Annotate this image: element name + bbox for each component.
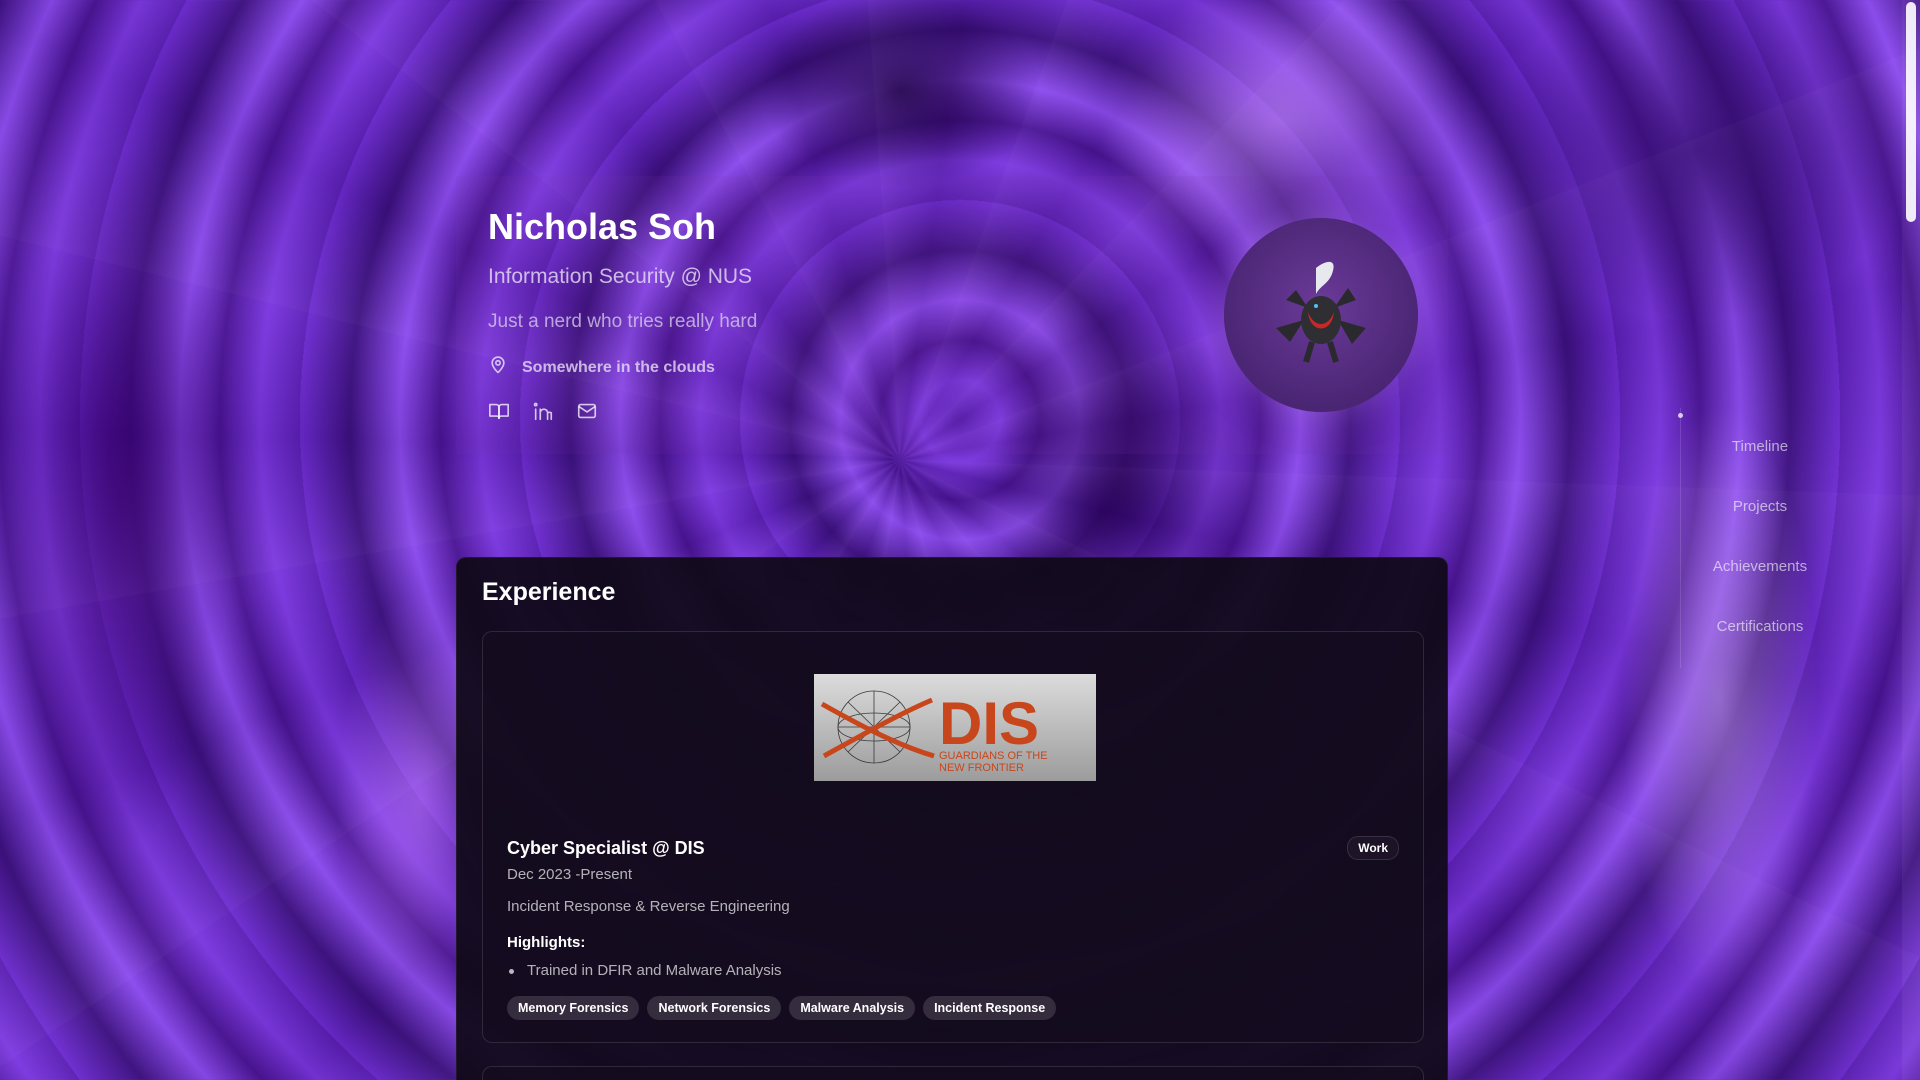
company-logo: DIS GUARDIANS OF THE NEW FRONTIER	[814, 674, 1096, 781]
profile-tagline: Just a nerd who tries really hard	[488, 311, 758, 332]
avatar-creature-icon	[1276, 261, 1366, 363]
role-description: Incident Response & Reverse Engineering	[507, 898, 790, 915]
type-badge: Work	[1347, 836, 1399, 860]
page-scrollbar[interactable]	[1902, 0, 1920, 1080]
location-text: Somewhere in the clouds	[522, 358, 715, 376]
avatar	[1224, 218, 1418, 412]
book-icon[interactable]	[488, 400, 510, 422]
profile-name: Nicholas Soh	[488, 206, 717, 247]
linkedin-icon[interactable]	[532, 400, 554, 422]
skill-tag: Memory Forensics	[507, 996, 640, 1020]
role-title: Cyber Specialist @ DIS	[507, 838, 705, 858]
skill-tags: Memory Forensics Network Forensics Malwa…	[507, 996, 1057, 1020]
profile-subtitle: Information Security @ NUS	[488, 265, 753, 288]
logo-caption-2: NEW FRONTIER	[939, 762, 1024, 774]
sidenav-indicator	[1678, 413, 1683, 418]
social-links	[488, 400, 598, 422]
highlight-item: Trained in DFIR and Malware Analysis	[507, 962, 782, 979]
experience-card-next	[482, 1066, 1424, 1080]
mail-icon[interactable]	[576, 400, 598, 422]
nav-certifications[interactable]: Certifications	[1662, 618, 1858, 635]
skill-tag: Malware Analysis	[789, 996, 916, 1020]
logo-caption-1: GUARDIANS OF THE	[939, 750, 1048, 762]
highlights-label: Highlights:	[507, 934, 586, 951]
scrollbar-thumb[interactable]	[1906, 2, 1916, 222]
nav-achievements[interactable]: Achievements	[1662, 558, 1858, 575]
experience-title: Experience	[482, 578, 616, 606]
profile-location: Somewhere in the clouds	[488, 355, 715, 380]
nav-projects[interactable]: Projects	[1662, 498, 1858, 515]
side-navigation: Timeline Projects Achievements Certifica…	[1678, 408, 1830, 668]
highlights-list: Trained in DFIR and Malware Analysis	[507, 962, 782, 979]
experience-section: Experience DIS GUARDIANS OF THE NEW FRON…	[456, 557, 1448, 1080]
experience-card: DIS GUARDIANS OF THE NEW FRONTIER Cyber …	[482, 631, 1424, 1043]
map-pin-icon	[488, 355, 508, 380]
skill-tag: Incident Response	[923, 996, 1057, 1020]
role-dates: Dec 2023 -Present	[507, 866, 633, 883]
nav-timeline[interactable]: Timeline	[1662, 438, 1858, 455]
skill-tag: Network Forensics	[647, 996, 782, 1020]
logo-wordmark: DIS	[939, 690, 1039, 757]
